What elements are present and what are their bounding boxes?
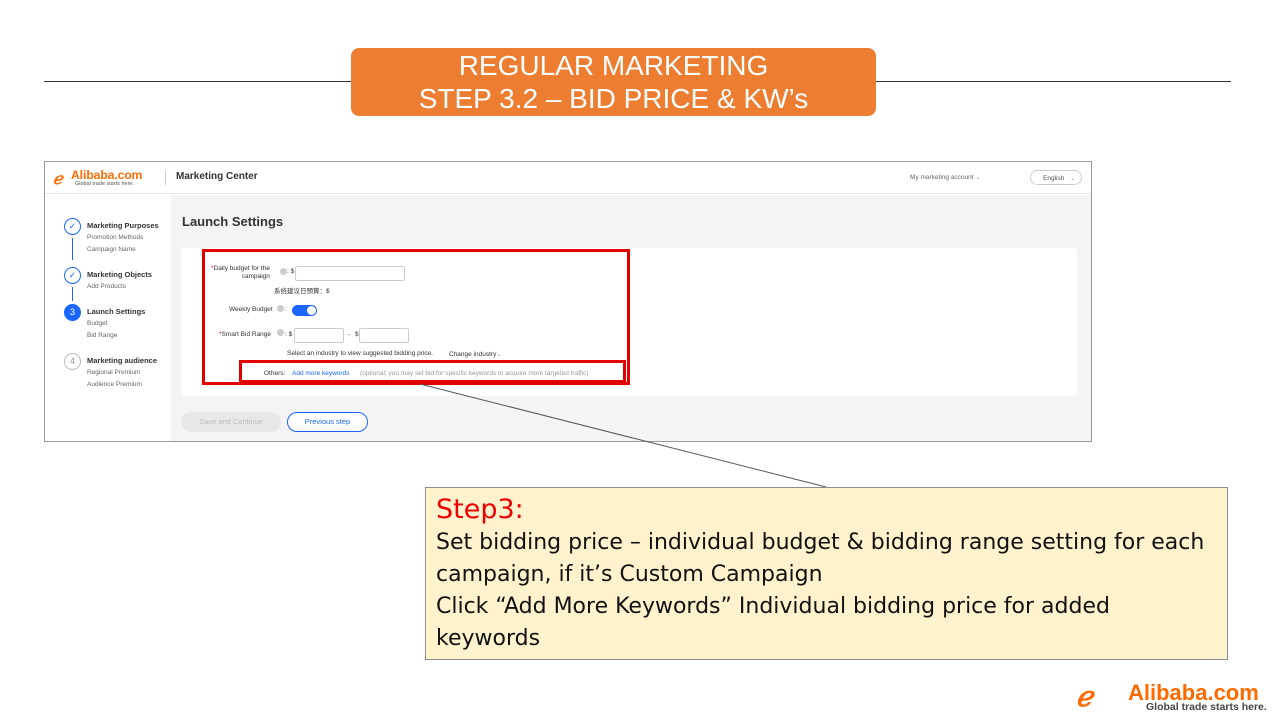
alibaba-swoosh-icon: ℯ — [1076, 681, 1093, 712]
banner-line-2: STEP 3.2 – BID PRICE & KW’s — [418, 83, 809, 114]
step-sub: Budget — [87, 320, 108, 327]
chevron-down-icon: ⌄ — [975, 174, 981, 181]
page-title: Launch Settings — [182, 214, 284, 229]
callout-line-1: Set bidding price – individual budget & … — [436, 530, 1205, 587]
step-sub: Add Products — [87, 283, 127, 290]
alibaba-logo[interactable]: ℯ Alibaba.com Global trade starts here. — [53, 167, 161, 189]
step-connector — [72, 238, 73, 260]
footer-logo-tagline: Global trade starts here. — [1146, 701, 1267, 713]
step-sub: Campaign Name — [87, 246, 136, 253]
check-icon: ✓ — [64, 218, 81, 235]
language-select[interactable]: English ⌄ — [1030, 170, 1082, 185]
previous-step-button[interactable]: Previous step — [287, 412, 368, 432]
step-title: Marketing Objects — [87, 270, 153, 279]
banner-line-1: REGULAR MARKETING — [458, 50, 769, 81]
step-sub: Regional Premium — [87, 369, 141, 376]
logo-tagline: Global trade starts here. — [75, 181, 135, 187]
step-sub: Audience Premium — [87, 381, 142, 388]
step-callout: Step3: Set bidding price – individual bu… — [425, 487, 1228, 660]
step-sub: Promotion Methods — [87, 234, 144, 241]
save-continue-button[interactable]: Save and Continue — [181, 412, 281, 432]
account-menu-label: My marketing account — [910, 174, 974, 181]
alibaba-footer-logo: ℯ Alibaba.com Global trade starts here. — [1076, 680, 1276, 716]
app-topbar: ℯ Alibaba.com Global trade starts here. … — [45, 162, 1091, 194]
callout-line-2: Click “Add More Keywords” Individual bid… — [436, 594, 1110, 651]
alibaba-swoosh-icon: ℯ — [53, 171, 63, 188]
step-number: 4 — [64, 353, 81, 370]
language-label: English — [1043, 175, 1065, 182]
step-title: Marketing Purposes — [87, 221, 159, 230]
slide-banner: REGULAR MARKETING STEP 3.2 – BID PRICE &… — [351, 48, 876, 116]
step-title: Marketing audience — [87, 356, 158, 365]
highlight-keywords-box — [239, 360, 626, 383]
step-sidebar: ✓ Marketing Purposes Promotion Methods C… — [45, 195, 171, 441]
chevron-down-icon: ⌄ — [1070, 175, 1076, 182]
check-icon: ✓ — [64, 267, 81, 284]
step-sub: Bid Range — [87, 332, 118, 339]
step-number: 3 — [64, 304, 81, 321]
step-title: Launch Settings — [87, 307, 146, 316]
app-title: Marketing Center — [176, 171, 258, 182]
callout-title: Step3: — [436, 494, 524, 525]
account-menu[interactable]: My marketing account ⌄ — [910, 173, 981, 181]
divider — [165, 171, 166, 185]
step-connector — [72, 287, 73, 301]
logo-brand: Alibaba.com — [71, 168, 143, 182]
